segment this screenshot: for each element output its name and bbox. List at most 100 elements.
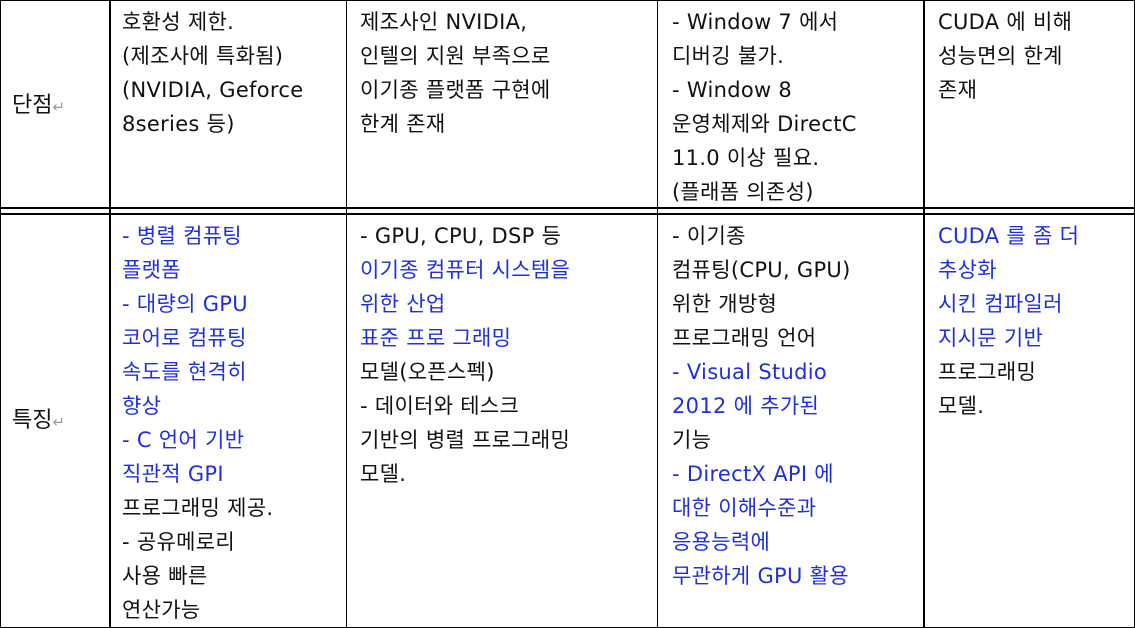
cell-line: 호환성 제한. — [122, 5, 303, 39]
cell-line-text: 호환성 제한. — [122, 10, 235, 34]
cell-line: (플래폼 의존성) — [672, 175, 857, 209]
row-divider-bottom — [0, 213, 1135, 215]
cell-line-text: 위한 개방형 — [672, 292, 778, 316]
cell-line: 인텔의 지원 부족으로 — [360, 39, 551, 73]
cell-line-text: - 대량의 GPU — [122, 292, 248, 316]
cell-line-text: 응용능력에 — [672, 530, 771, 554]
cell-line: (제조사에 특화됨) — [122, 39, 303, 73]
cell-line: - 데이터와 테스크 — [360, 389, 570, 423]
cell-line-text: 표준 프로 그래밍 — [360, 326, 512, 350]
cell-line: 시킨 컴파일러 — [938, 287, 1079, 321]
cell-line-text: (제조사에 특화됨) — [122, 44, 284, 68]
cell-line: 이기종 플랫폼 구현에 — [360, 73, 551, 107]
cell-line-text: 이기종 플랫폼 구현에 — [360, 78, 551, 102]
cell-line: 위한 개방형 — [672, 287, 851, 321]
cell-line: 모델. — [938, 389, 1079, 423]
cell-line: 프로그래밍 — [938, 355, 1079, 389]
cell-line-text: 모델(오픈스펙) — [360, 360, 495, 384]
column-divider-1 — [109, 0, 111, 628]
cell-line-text: 프로그래밍 — [938, 360, 1037, 384]
cell-line-text: 성능면의 한계 — [938, 44, 1063, 68]
cell-line-text: - Window 8 — [672, 78, 793, 102]
cell-line: 존재 — [938, 73, 1072, 107]
cell-line-text: - Window 7 에서 — [672, 10, 839, 34]
cell-line: - Window 8 — [672, 73, 857, 107]
cell-line-text: - DirectX API 에 — [672, 462, 834, 486]
cell-line: 8series 등) — [122, 107, 303, 141]
cell-line-text: 대한 이해수준과 — [672, 496, 817, 520]
cell-line: 표준 프로 그래밍 — [360, 321, 570, 355]
cell-line: - DirectX API 에 — [672, 457, 851, 491]
column-divider-2 — [346, 0, 347, 628]
cell-line: 지시문 기반 — [938, 321, 1079, 355]
cell-line: 직관적 GPI — [122, 457, 273, 491]
cell-features-4: CUDA 를 좀 더 추상화시킨 컴파일러지시문 기반프로그래밍모델. — [938, 219, 1079, 423]
cell-line: 추상화 — [938, 253, 1079, 287]
column-divider-3 — [657, 0, 658, 628]
cell-line-text: 향상 — [122, 394, 162, 418]
cell-drawbacks-4: CUDA 에 비해 성능면의 한계 존재 — [938, 5, 1072, 107]
cell-line: 기능 — [672, 423, 851, 457]
cell-line-text: 속도를 현격히 — [122, 360, 247, 384]
row-header-features: 특징↵ — [12, 404, 65, 439]
cell-line-text: 기반의 병렬 프로그래밍 — [360, 428, 571, 452]
cell-line-text: 모델. — [360, 462, 407, 486]
cell-line-text: 사용 빠른 — [122, 564, 208, 588]
cell-line: - GPU, CPU, DSP 등 — [360, 219, 570, 253]
cell-line-text: 코어로 컴퓨팅 — [122, 326, 247, 350]
cell-line: 운영체제와 DirectC — [672, 107, 857, 141]
cell-line: 2012 에 추가된 — [672, 389, 851, 423]
cell-line: 무관하게 GPU 활용 — [672, 559, 851, 593]
cell-line-text: 이기종 컴퓨터 시스템을 — [360, 258, 571, 282]
cell-line-text: - 병렬 컴퓨팅 — [122, 224, 242, 248]
cell-features-2: - GPU, CPU, DSP 등 이기종 컴퓨터 시스템을 위한 산업 표준 프로 … — [360, 219, 570, 491]
cell-line: - C 언어 기반 — [122, 423, 273, 457]
cell-line-text: 존재 — [938, 78, 978, 102]
cell-line-text: 플랫폼 — [122, 258, 181, 282]
cell-line: CUDA 를 좀 더 — [938, 219, 1079, 253]
cell-line-text: - Visual Studio — [672, 360, 828, 384]
cell-line-text: 프로그래밍 언어 — [672, 326, 817, 350]
cell-line-text: 한계 존재 — [360, 112, 446, 136]
row-divider-top — [0, 207, 1135, 209]
cell-line-text: 운영체제와 DirectC — [672, 112, 857, 136]
cell-line: 응용능력에 — [672, 525, 851, 559]
cell-line-text: 무관하게 GPU 활용 — [672, 564, 849, 588]
cell-line: 기반의 병렬 프로그래밍 — [360, 423, 570, 457]
cell-line-text: 컴퓨팅(CPU, GPU) — [672, 258, 851, 282]
cell-line-text: 시킨 컴파일러 — [938, 292, 1063, 316]
cell-line-text: 연산가능 — [122, 598, 201, 622]
cell-line-text: 모델. — [938, 394, 985, 418]
cell-line-text: 인텔의 지원 부족으로 — [360, 44, 551, 68]
cell-line: 디버깅 불가. — [672, 39, 857, 73]
cell-line: - 대량의 GPU — [122, 287, 273, 321]
cell-line: 플랫폼 — [122, 253, 273, 287]
cell-features-3: - 이기종컴퓨팅(CPU, GPU) 위한 개방형프로그래밍 언어 - Visual… — [672, 219, 851, 593]
cell-line: 연산가능 — [122, 593, 273, 627]
cell-line: 11.0 이상 필요. — [672, 141, 857, 175]
cell-line-text: 직관적 GPI — [122, 462, 224, 486]
cell-line: - Visual Studio — [672, 355, 851, 389]
cell-line: 프로그래밍 제공. — [122, 491, 273, 525]
row-header-label: 특징 — [12, 408, 53, 433]
cell-line: 코어로 컴퓨팅 — [122, 321, 273, 355]
cell-line: 속도를 현격히 — [122, 355, 273, 389]
cell-line-text: - GPU, CPU, DSP 등 — [360, 224, 562, 248]
cell-drawbacks-1: 호환성 제한. (제조사에 특화됨) (NVIDIA, Geforce 8series… — [122, 5, 303, 141]
paragraph-mark: ↵ — [52, 413, 66, 431]
cell-line-text: 기능 — [672, 428, 712, 452]
cell-line: 제조사인 NVIDIA, — [360, 5, 551, 39]
cell-line-text: - 데이터와 테스크 — [360, 394, 520, 418]
cell-line: 사용 빠른 — [122, 559, 273, 593]
cell-line: - 병렬 컴퓨팅 — [122, 219, 273, 253]
cell-line: 프로그래밍 언어 — [672, 321, 851, 355]
cell-line: 이기종 컴퓨터 시스템을 — [360, 253, 570, 287]
cell-line-text: (플래폼 의존성) — [672, 180, 814, 204]
cell-drawbacks-2: 제조사인 NVIDIA, 인텔의 지원 부족으로이기종 플랫폼 구현에한계 존재 — [360, 5, 551, 141]
cell-line-text: - 이기종 — [672, 224, 746, 248]
column-divider-4 — [923, 0, 925, 628]
cell-line-text: 제조사인 NVIDIA, — [360, 10, 528, 34]
cell-line-text: - C 언어 기반 — [122, 428, 245, 452]
cell-line-text: (NVIDIA, Geforce — [122, 78, 304, 102]
cell-line: 향상 — [122, 389, 273, 423]
